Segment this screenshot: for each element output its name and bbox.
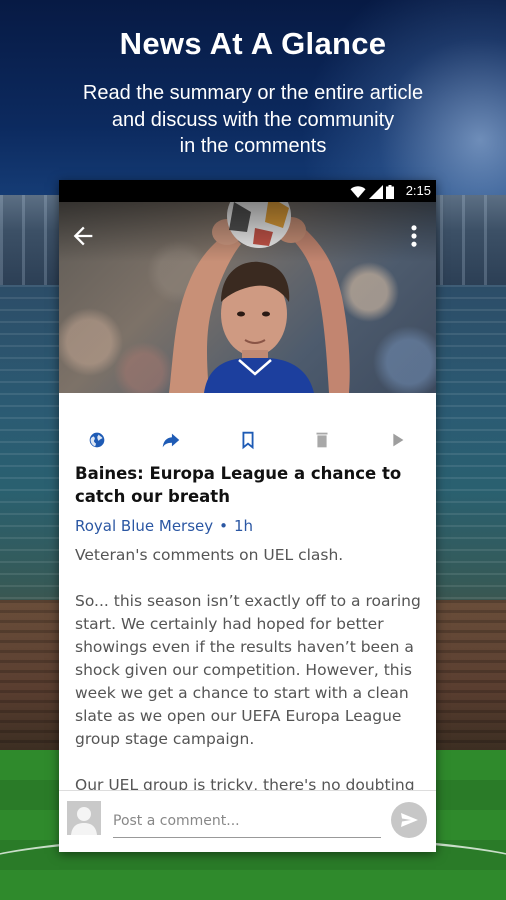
- article-age: 1h: [234, 517, 254, 535]
- comment-bar: [59, 790, 436, 852]
- article-source[interactable]: Royal Blue Mersey: [75, 517, 213, 535]
- more-vert-icon[interactable]: [406, 222, 422, 250]
- article-hero-image: [59, 202, 436, 393]
- phone-screen: 2:15 Baines: Europa League a chance to c…: [59, 180, 436, 852]
- play-icon[interactable]: [386, 429, 408, 451]
- send-button[interactable]: [391, 802, 427, 838]
- promo-subtitle-line: and discuss with the community: [111, 108, 395, 131]
- article-paragraph: So... this season isn’t exactly off to a…: [75, 592, 421, 748]
- globe-icon[interactable]: [86, 429, 108, 451]
- delete-icon[interactable]: [311, 429, 333, 451]
- wifi-icon: [350, 186, 366, 198]
- send-icon: [401, 813, 418, 827]
- status-icons: [350, 183, 394, 199]
- user-icon: [71, 807, 97, 835]
- battery-icon: [386, 185, 394, 199]
- signal-icon: [369, 185, 383, 199]
- back-arrow-icon[interactable]: [69, 222, 97, 250]
- promo-subtitle: Read the summary or the entire article a…: [40, 80, 466, 160]
- status-bar: 2:15: [59, 180, 436, 202]
- article-body: Veteran's comments on UEL clash. So... t…: [75, 544, 423, 820]
- comment-input[interactable]: [113, 805, 381, 838]
- article-summary: Veteran's comments on UEL clash.: [75, 546, 344, 564]
- bookmark-icon[interactable]: [237, 429, 259, 451]
- separator-dot: •: [219, 517, 229, 535]
- article-headline[interactable]: Baines: Europa League a chance to catch …: [75, 462, 420, 508]
- hero-scrim: [59, 202, 436, 262]
- promo-subtitle-line: in the comments: [179, 135, 327, 157]
- article-source-line: Royal Blue Mersey • 1h: [75, 517, 253, 535]
- status-time: 2:15: [405, 183, 431, 198]
- promo-title: News At A Glance: [119, 26, 387, 61]
- article-action-bar: [59, 425, 436, 453]
- promo-subtitle-line: Read the summary or the entire article: [82, 82, 424, 104]
- avatar: [67, 801, 101, 835]
- share-icon[interactable]: [160, 429, 182, 451]
